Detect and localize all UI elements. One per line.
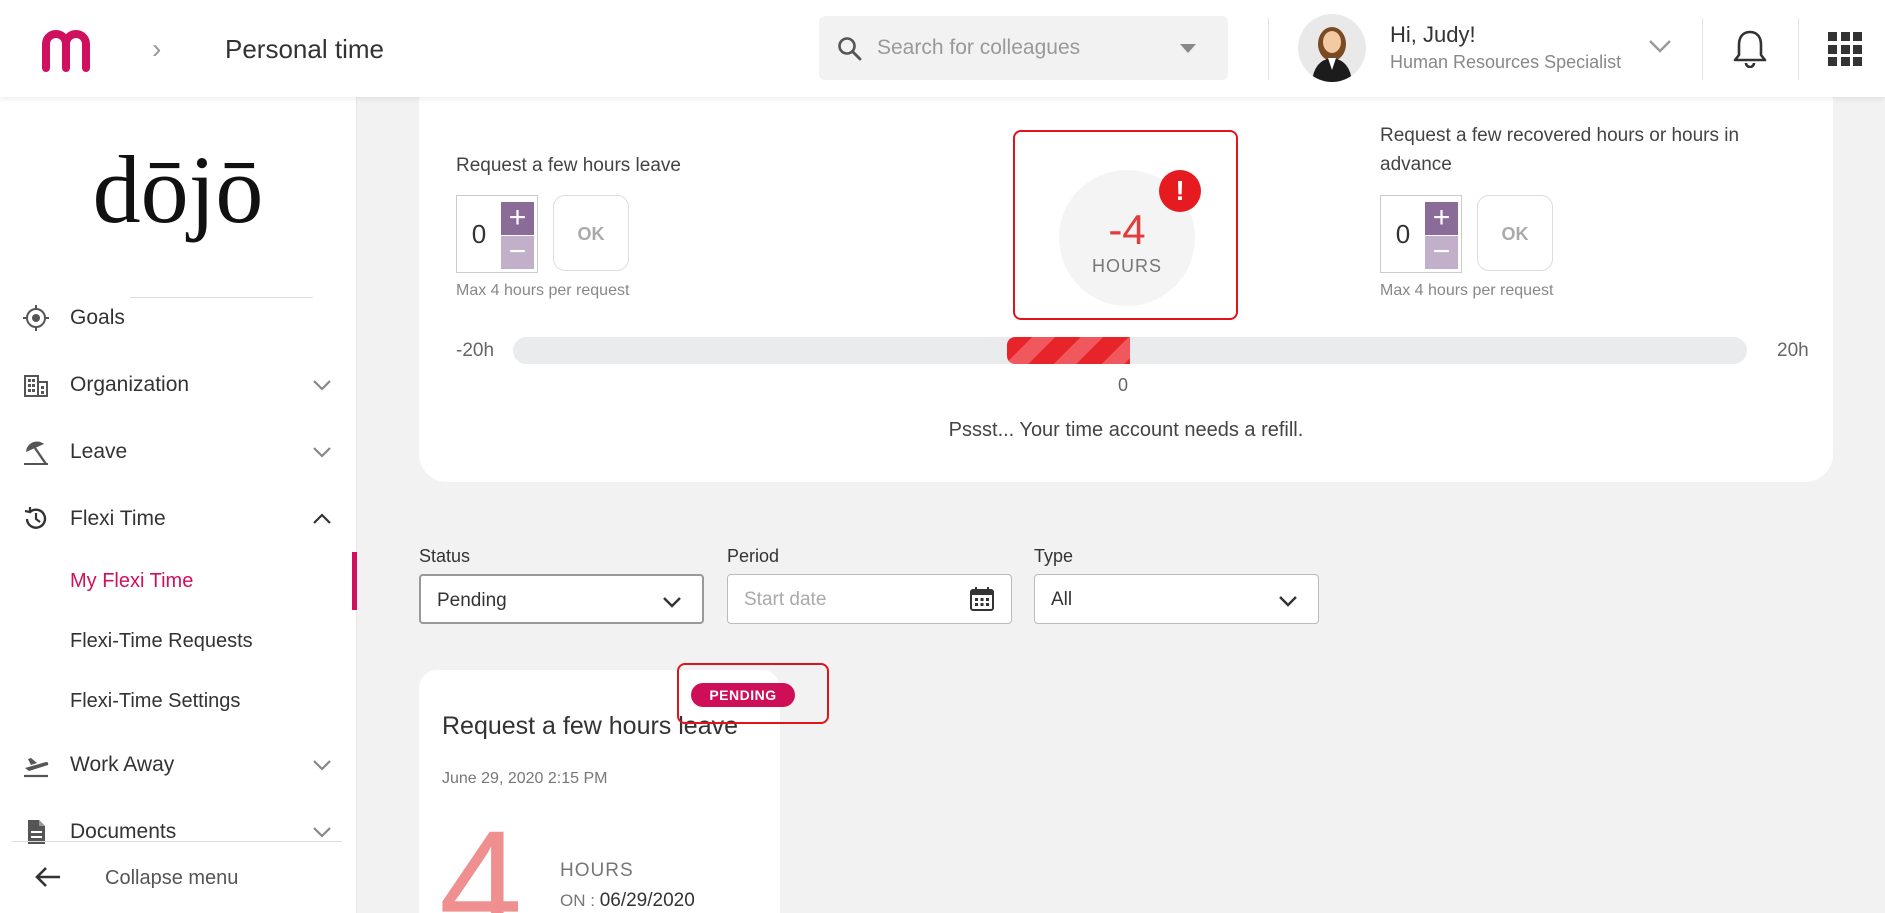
sidebar-item-work-away[interactable]: Work Away bbox=[0, 740, 357, 790]
balance-bar-fill bbox=[1006, 337, 1130, 364]
bell-icon[interactable] bbox=[1732, 28, 1768, 68]
sidebar-item-label: Goals bbox=[70, 306, 125, 329]
calendar-icon[interactable] bbox=[969, 586, 995, 612]
bar-max-label: 20h bbox=[1777, 340, 1809, 361]
status-select-value: Pending bbox=[437, 590, 507, 611]
chevron-down-icon bbox=[313, 447, 331, 458]
divider bbox=[12, 841, 342, 842]
search-input[interactable] bbox=[877, 16, 1177, 80]
divider bbox=[1702, 18, 1703, 80]
request-card-date: June 29, 2020 2:15 PM bbox=[442, 770, 608, 787]
app-logo-icon[interactable] bbox=[40, 28, 102, 72]
user-portrait-icon bbox=[1312, 27, 1352, 82]
request-card-hours: 4 bbox=[439, 799, 523, 913]
sidebar-item-label: Flexi Time bbox=[70, 507, 166, 530]
sidebar-subitem-flexi-time-requests[interactable]: Flexi-Time Requests bbox=[70, 630, 253, 653]
page-title: Personal time bbox=[225, 34, 384, 64]
beach-umbrella-icon bbox=[24, 441, 48, 465]
sidebar-item-documents[interactable]: Documents bbox=[0, 807, 357, 857]
max-hours-note: Max 4 hours per request bbox=[456, 282, 630, 299]
search-icon bbox=[838, 37, 862, 61]
chevron-down-icon bbox=[663, 597, 681, 608]
balance-bar-track bbox=[513, 337, 1747, 364]
recovered-ok-button[interactable]: OK bbox=[1477, 195, 1553, 271]
chevron-down-icon bbox=[313, 380, 331, 391]
collapse-menu-button[interactable]: Collapse menu bbox=[105, 867, 238, 890]
apps-grid-icon[interactable] bbox=[1828, 32, 1862, 66]
chevron-up-icon bbox=[313, 513, 331, 524]
period-placeholder: Start date bbox=[744, 589, 827, 610]
increment-button[interactable]: + bbox=[501, 202, 534, 235]
sidebar-item-goals[interactable]: Goals bbox=[0, 293, 357, 343]
top-bar: › Personal time Hi, Judy! Human Resource… bbox=[0, 0, 1885, 97]
chevron-down-icon bbox=[1279, 596, 1297, 607]
avatar[interactable] bbox=[1298, 14, 1366, 82]
increment-button[interactable]: + bbox=[1425, 202, 1458, 235]
request-leave-title: Request a few hours leave bbox=[456, 155, 681, 176]
sidebar-item-label: Leave bbox=[70, 440, 128, 463]
balance-hours-value: -4 bbox=[1108, 206, 1146, 253]
period-date-input[interactable]: Start date bbox=[727, 574, 1012, 624]
type-select-value: All bbox=[1051, 589, 1073, 610]
type-select[interactable]: All bbox=[1034, 574, 1319, 624]
target-icon bbox=[23, 305, 49, 331]
refill-message: Pssst... Your time account needs a refil… bbox=[948, 419, 1304, 441]
status-badge: PENDING bbox=[691, 683, 795, 707]
alert-icon: ! bbox=[1159, 170, 1201, 212]
sidebar-subitem-my-flexi-time[interactable]: My Flexi Time bbox=[70, 570, 193, 593]
divider bbox=[1798, 18, 1799, 80]
stepper-value[interactable]: 0 bbox=[1381, 196, 1425, 272]
max-hours-note: Max 4 hours per request bbox=[1380, 282, 1554, 299]
chevron-down-icon bbox=[313, 760, 331, 771]
balance-hours-unit: HOURS bbox=[1091, 256, 1162, 276]
bar-zero-label: 0 bbox=[1118, 375, 1129, 395]
type-filter-label: Type bbox=[1034, 546, 1074, 566]
arrow-left-icon[interactable] bbox=[34, 866, 62, 888]
sidebar-item-flexi-time[interactable]: Flexi Time bbox=[0, 494, 357, 544]
request-card-on-date: 06/29/2020 bbox=[599, 890, 695, 911]
request-recovered-title: Request a few recovered hours or hours i… bbox=[1380, 125, 1740, 175]
bar-min-label: -20h bbox=[456, 340, 495, 361]
sidebar-item-label: Organization bbox=[70, 373, 190, 396]
sidebar: dōjō Goals Organization Leave Flexi Time… bbox=[0, 97, 357, 913]
svg-text:dōjō: dōjō bbox=[93, 136, 264, 243]
airplane-icon bbox=[24, 758, 49, 778]
decrement-button[interactable]: − bbox=[1425, 236, 1458, 269]
chevron-down-icon[interactable] bbox=[1648, 38, 1672, 54]
sidebar-item-organization[interactable]: Organization bbox=[0, 360, 357, 410]
sidebar-subitem-flexi-time-settings[interactable]: Flexi-Time Settings bbox=[70, 690, 240, 713]
colleague-search[interactable] bbox=[819, 16, 1228, 80]
stepper-value[interactable]: 0 bbox=[457, 196, 501, 272]
history-clock-icon bbox=[24, 507, 47, 529]
leave-ok-button[interactable]: OK bbox=[553, 195, 629, 271]
user-role: Human Resources Specialist bbox=[1390, 52, 1622, 72]
divider bbox=[1268, 18, 1269, 80]
sidebar-item-label: Work Away bbox=[70, 753, 175, 776]
request-card-on: ON : 06/29/2020 bbox=[560, 890, 695, 911]
chevron-down-icon bbox=[313, 827, 331, 838]
recovered-hours-stepper[interactable]: 0 + − bbox=[1380, 195, 1462, 273]
request-card-unit: HOURS bbox=[560, 860, 634, 881]
flexi-balance-card: Request a few hours leave 0 + − OK Max 4… bbox=[419, 85, 1833, 482]
building-icon bbox=[24, 375, 48, 397]
user-greeting[interactable]: Hi, Judy! bbox=[1390, 22, 1476, 48]
status-filter-label: Status bbox=[419, 546, 471, 566]
dojo-brand-logo: dōjō bbox=[93, 136, 264, 243]
status-select[interactable]: Pending bbox=[419, 574, 704, 624]
leave-hours-stepper[interactable]: 0 + − bbox=[456, 195, 538, 273]
period-filter-label: Period bbox=[727, 546, 780, 566]
sidebar-item-leave[interactable]: Leave bbox=[0, 427, 357, 477]
breadcrumb-chevron-icon: › bbox=[152, 33, 162, 64]
balance-highlight: -4 HOURS ! bbox=[1013, 130, 1238, 320]
decrement-button[interactable]: − bbox=[501, 236, 534, 269]
search-dropdown-caret-icon[interactable] bbox=[1180, 44, 1196, 53]
active-indicator bbox=[352, 552, 357, 610]
